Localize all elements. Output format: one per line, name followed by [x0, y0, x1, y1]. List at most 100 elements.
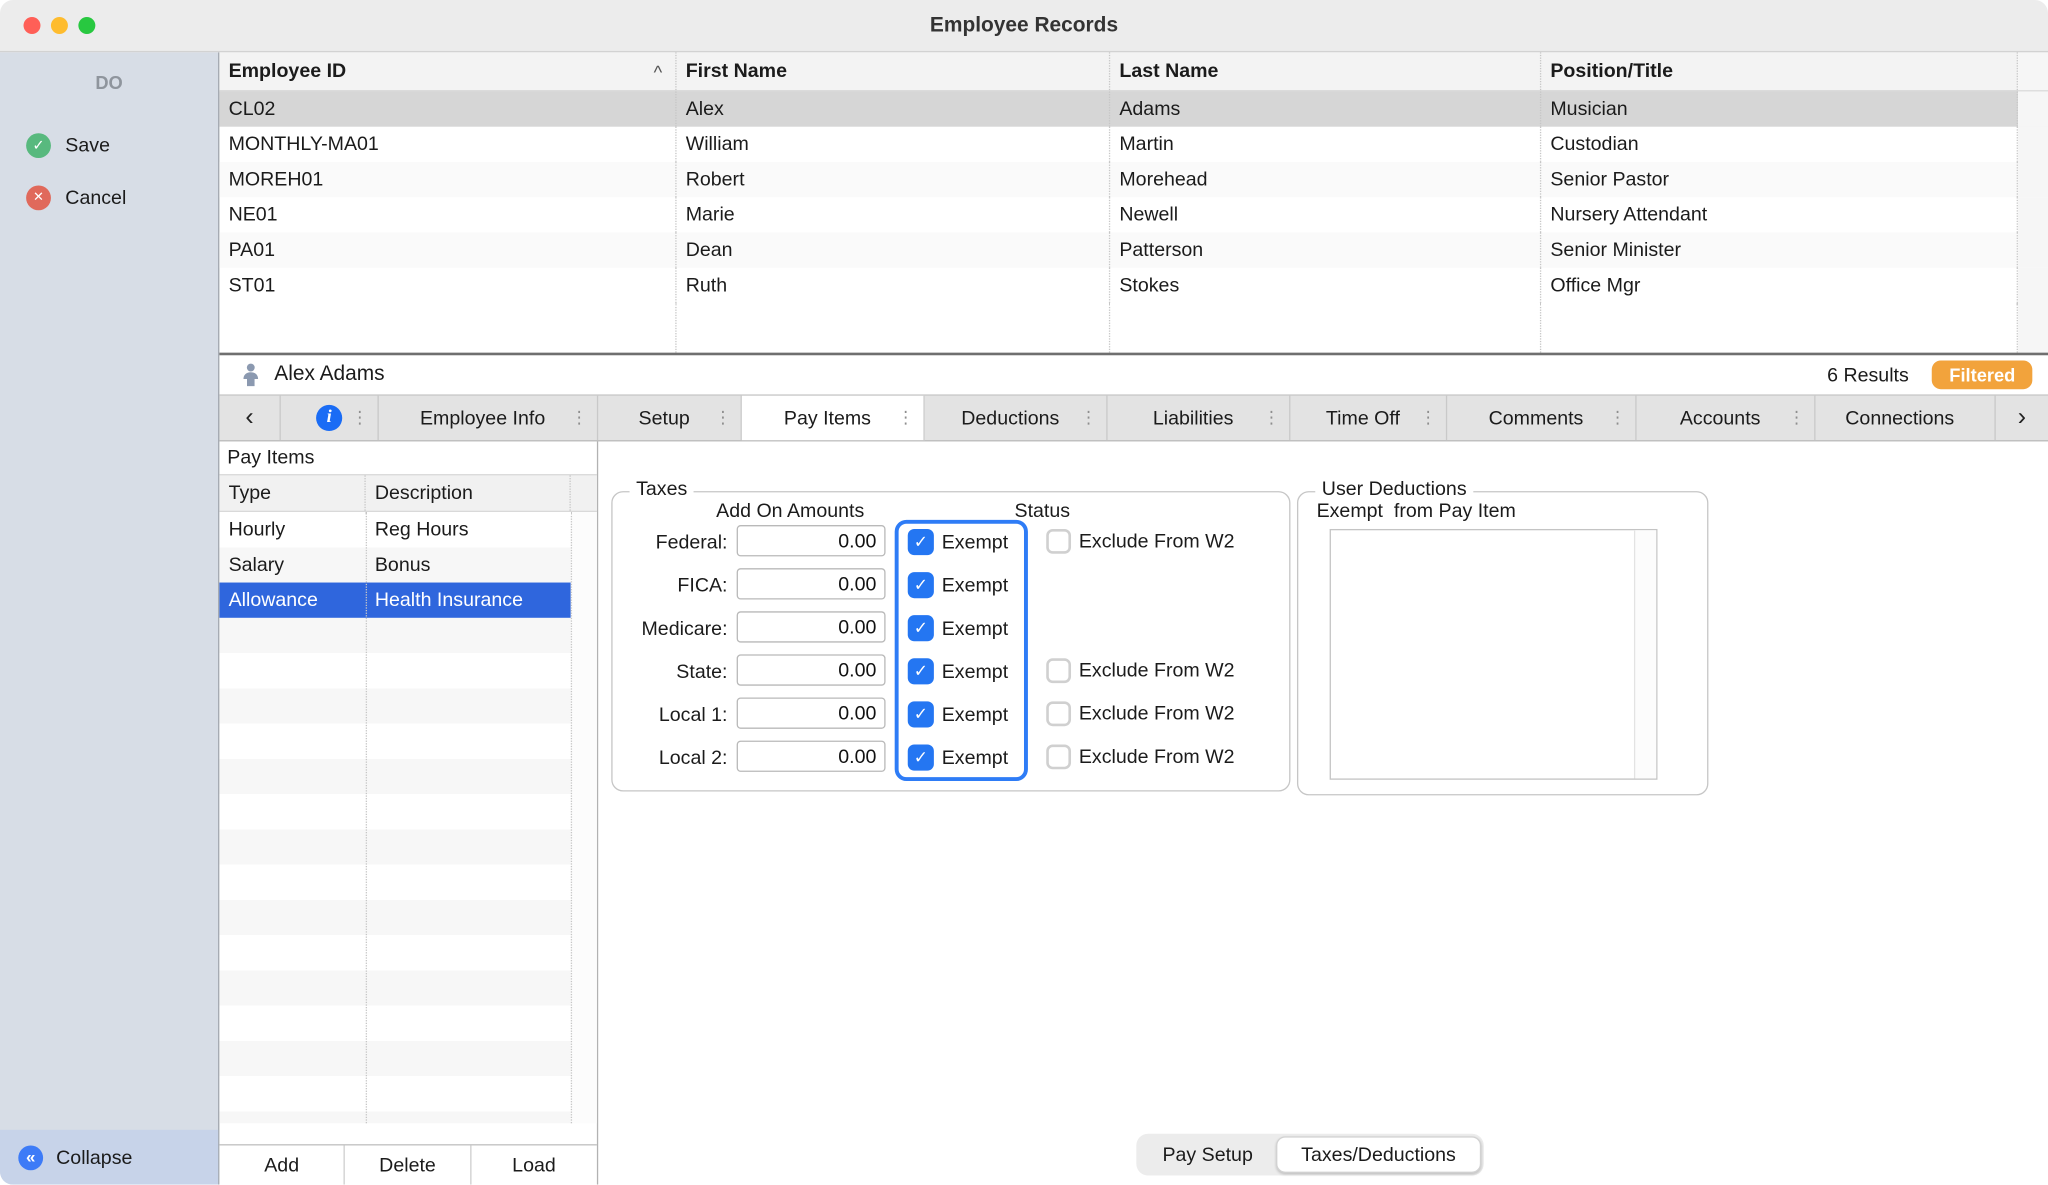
- unchecked-checkbox-icon: [1046, 744, 1072, 770]
- medicare-exempt-checkbox[interactable]: Exempt: [907, 615, 1008, 642]
- table-row[interactable]: ST01 Ruth Stokes Office Mgr: [219, 267, 2048, 304]
- local1-exempt-checkbox[interactable]: Exempt: [907, 701, 1008, 728]
- minimize-window-button[interactable]: [50, 16, 68, 34]
- fica-amount-input[interactable]: [736, 568, 886, 600]
- app-window: Employee Records DO Save Cancel Collapse: [0, 0, 2048, 1185]
- table-scrollbar[interactable]: [2017, 232, 2048, 268]
- tab-employee-info[interactable]: Employee Info: [379, 395, 599, 441]
- pay-detail-segmented-control: Pay Setup Taxes/Deductions: [1136, 1133, 1484, 1176]
- table-scrollbar[interactable]: [2017, 267, 2048, 304]
- tax-row-local-1: Local 1: Exempt Exclude From W2: [613, 697, 1290, 731]
- column-header-position-title[interactable]: Position/Title: [1541, 52, 2018, 91]
- status-header: Status: [1014, 500, 1071, 523]
- local2-exclude-w2-checkbox[interactable]: Exclude From W2: [1046, 744, 1235, 770]
- state-exclude-w2-checkbox[interactable]: Exclude From W2: [1046, 658, 1235, 684]
- column-header-first-name[interactable]: First Name: [677, 52, 1111, 91]
- tab-connections[interactable]: Connections: [1816, 395, 1996, 441]
- tab-liabilities[interactable]: Liabilities: [1108, 395, 1291, 441]
- pay-item-row-selected[interactable]: Allowance Health Insurance: [219, 582, 571, 618]
- load-button[interactable]: Load: [471, 1145, 597, 1184]
- save-check-icon: [26, 132, 51, 158]
- pay-items-header: Type Description: [219, 475, 597, 512]
- table-row[interactable]: NE01 Marie Newell Nursery Attendant: [219, 197, 2048, 233]
- state-amount-input[interactable]: [736, 654, 886, 686]
- tab-pay-items[interactable]: Pay Items: [741, 395, 925, 441]
- table-scrollbar[interactable]: [2017, 161, 2048, 198]
- table-row[interactable]: CL02 Alex Adams Musician: [219, 91, 2048, 127]
- tab-menu-dots-icon[interactable]: [897, 408, 914, 429]
- federal-exclude-w2-checkbox[interactable]: Exclude From W2: [1046, 528, 1235, 554]
- tax-row-local-2: Local 2: Exempt Exclude From W2: [613, 740, 1290, 775]
- pay-items-rows: Hourly Reg Hours Salary Bonus Allowance …: [219, 511, 571, 1124]
- unchecked-checkbox-icon: [1046, 528, 1072, 554]
- traffic-lights: [23, 0, 96, 51]
- filtered-badge[interactable]: Filtered: [1932, 360, 2033, 390]
- exempt-from-pay-item-list[interactable]: [1329, 528, 1658, 780]
- pay-items-scrollbar-header: [571, 475, 597, 510]
- tab-menu-dots-icon[interactable]: [714, 408, 731, 429]
- pay-item-detail-area: Taxes Add On Amounts Status Federal: Exe…: [598, 441, 2048, 1184]
- tax-row-federal: Federal: Exempt Exclude From W2: [613, 525, 1290, 559]
- checked-checkbox-icon: [907, 658, 934, 685]
- table-scrollbar[interactable]: [2017, 126, 2048, 162]
- table-empty-area: [219, 303, 2048, 353]
- table-scrollbar[interactable]: [2017, 197, 2048, 233]
- tab-menu-dots-icon[interactable]: [571, 408, 588, 429]
- fica-exempt-checkbox[interactable]: Exempt: [907, 572, 1008, 599]
- tabs-scroll-left-button[interactable]: ‹: [219, 395, 281, 441]
- pay-item-row[interactable]: Hourly Reg Hours: [219, 512, 570, 547]
- zoom-window-button[interactable]: [78, 16, 96, 34]
- tab-accounts[interactable]: Accounts: [1637, 395, 1816, 441]
- pay-items-scrollbar[interactable]: [570, 511, 597, 1124]
- collapse-button[interactable]: Collapse: [0, 1129, 219, 1185]
- tax-row-fica: FICA: Exempt: [613, 568, 1290, 602]
- sort-ascending-icon: [654, 61, 663, 82]
- local1-amount-input[interactable]: [736, 697, 886, 729]
- selected-employee-name: Alex Adams: [274, 363, 385, 386]
- pay-item-row[interactable]: Salary Bonus: [219, 547, 570, 582]
- checked-checkbox-icon: [907, 701, 934, 728]
- tab-deductions[interactable]: Deductions: [925, 395, 1108, 441]
- tab-menu-dots-icon[interactable]: [351, 408, 368, 429]
- federal-amount-input[interactable]: [736, 525, 886, 557]
- local2-exempt-checkbox[interactable]: Exempt: [907, 744, 1008, 771]
- local2-amount-input[interactable]: [736, 740, 886, 772]
- delete-button[interactable]: Delete: [345, 1145, 472, 1185]
- tab-info[interactable]: i: [281, 395, 379, 441]
- cancel-button[interactable]: Cancel: [0, 171, 218, 223]
- medicare-amount-input[interactable]: [736, 611, 886, 643]
- tab-menu-dots-icon[interactable]: [1080, 408, 1097, 429]
- tab-comments[interactable]: Comments: [1447, 395, 1637, 441]
- table-row[interactable]: MONTHLY-MA01 William Martin Custodian: [219, 126, 2048, 162]
- tab-menu-dots-icon[interactable]: [1263, 408, 1280, 429]
- column-header-description[interactable]: Description: [366, 475, 571, 511]
- pay-setup-tab[interactable]: Pay Setup: [1139, 1136, 1276, 1173]
- tab-menu-dots-icon[interactable]: [1788, 408, 1805, 429]
- taxes-deductions-tab[interactable]: Taxes/Deductions: [1276, 1136, 1481, 1173]
- close-window-button[interactable]: [23, 16, 41, 34]
- add-button[interactable]: Add: [219, 1145, 346, 1185]
- table-row[interactable]: MOREH01 Robert Morehead Senior Pastor: [219, 161, 2048, 198]
- tab-menu-dots-icon[interactable]: [1420, 408, 1437, 429]
- column-header-employee-id[interactable]: Employee ID: [219, 52, 677, 91]
- cancel-label: Cancel: [65, 186, 127, 209]
- user-deductions-scrollbar[interactable]: [1633, 530, 1657, 779]
- local1-exclude-w2-checkbox[interactable]: Exclude From W2: [1046, 701, 1235, 727]
- tab-bar: ‹ i Employee Info Setup Pay Items: [219, 395, 2048, 442]
- column-header-last-name[interactable]: Last Name: [1110, 52, 1542, 91]
- table-scrollbar[interactable]: [2017, 91, 2048, 127]
- tab-setup[interactable]: Setup: [598, 395, 742, 441]
- tab-menu-dots-icon[interactable]: [1609, 408, 1626, 429]
- tab-time-off[interactable]: Time Off: [1290, 395, 1448, 441]
- state-exempt-checkbox[interactable]: Exempt: [907, 658, 1008, 685]
- chevron-right-icon: ›: [2017, 403, 2026, 432]
- chevron-left-icon: ‹: [245, 403, 254, 432]
- pay-items-panel-title: Pay Items: [219, 441, 597, 476]
- sidebar: DO Save Cancel Collapse: [0, 52, 220, 1185]
- save-button[interactable]: Save: [0, 119, 218, 171]
- column-header-type[interactable]: Type: [219, 475, 366, 511]
- employee-table-header: Employee ID First Name Last Name Positio…: [219, 52, 2048, 92]
- tabs-scroll-right-button[interactable]: ›: [1996, 396, 2048, 440]
- federal-exempt-checkbox[interactable]: Exempt: [907, 528, 1008, 556]
- table-row[interactable]: PA01 Dean Patterson Senior Minister: [219, 232, 2048, 268]
